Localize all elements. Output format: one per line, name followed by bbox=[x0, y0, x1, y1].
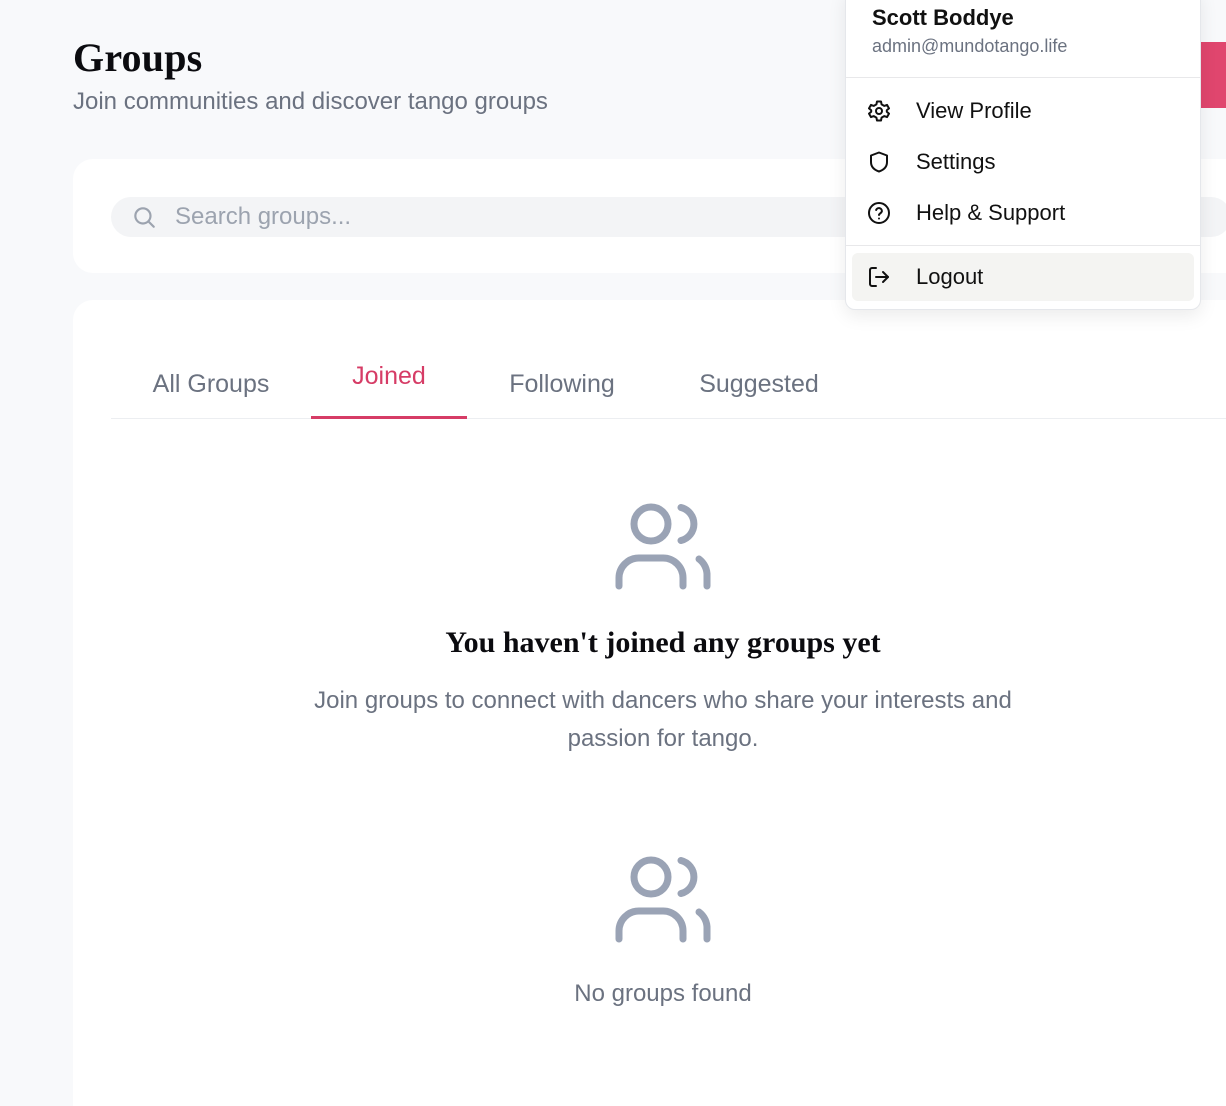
search-icon bbox=[131, 204, 157, 230]
menu-divider bbox=[846, 245, 1200, 246]
tab-suggested[interactable]: Suggested bbox=[657, 350, 861, 419]
menu-item-help-support[interactable]: Help & Support bbox=[852, 189, 1194, 237]
empty-state-title: You haven't joined any groups yet bbox=[445, 626, 881, 659]
groups-page: Groups Join communities and discover tan… bbox=[0, 0, 1226, 1106]
help-circle-icon bbox=[866, 200, 892, 226]
page-subtitle: Join communities and discover tango grou… bbox=[73, 88, 548, 115]
empty-state-description: Join groups to connect with dancers who … bbox=[314, 687, 1012, 752]
user-menu-dropdown: Scott Boddye admin@mundotango.life View … bbox=[845, 0, 1201, 310]
menu-item-view-profile[interactable]: View Profile bbox=[852, 87, 1194, 135]
tab-all-groups[interactable]: All Groups bbox=[111, 350, 311, 419]
user-email: admin@mundotango.life bbox=[872, 36, 1068, 56]
users-icon bbox=[613, 851, 713, 947]
user-name: Scott Boddye bbox=[872, 5, 1014, 30]
shield-icon bbox=[866, 149, 892, 175]
gear-icon bbox=[866, 98, 892, 124]
tab-joined[interactable]: Joined bbox=[311, 350, 467, 419]
logout-icon bbox=[866, 264, 892, 290]
menu-item-settings[interactable]: Settings bbox=[852, 138, 1194, 186]
menu-item-label: Settings bbox=[916, 149, 996, 174]
menu-item-label: Logout bbox=[916, 264, 984, 289]
menu-item-label: View Profile bbox=[916, 98, 1032, 123]
tab-following[interactable]: Following bbox=[467, 350, 657, 419]
tab-bar: All Groups Joined Following Suggested bbox=[111, 350, 1226, 419]
page-title: Groups bbox=[73, 35, 203, 80]
menu-item-logout[interactable]: Logout bbox=[852, 253, 1194, 301]
users-icon bbox=[613, 498, 713, 594]
menu-item-label: Help & Support bbox=[916, 200, 1066, 225]
menu-divider bbox=[846, 77, 1200, 78]
groups-card: All Groups Joined Following Suggested Yo… bbox=[73, 300, 1226, 1106]
no-results-message: No groups found bbox=[574, 980, 752, 1007]
search-input[interactable] bbox=[175, 203, 875, 231]
